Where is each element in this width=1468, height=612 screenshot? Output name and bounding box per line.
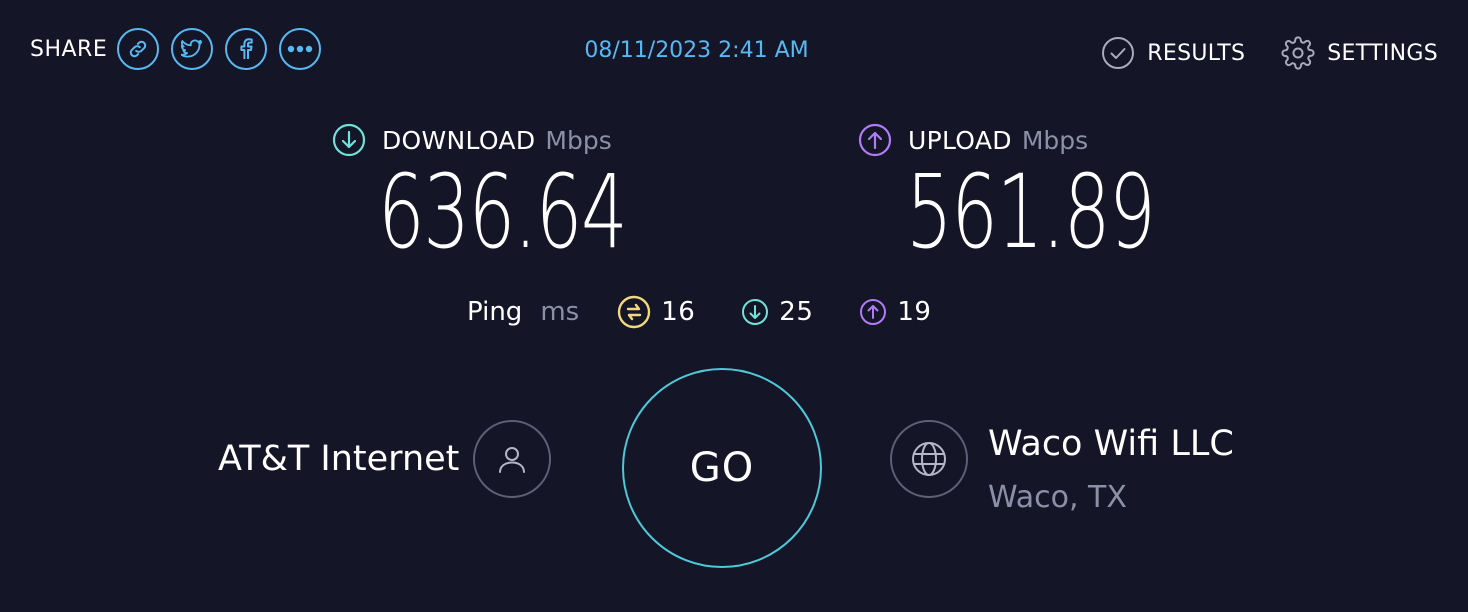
download-arrow-icon [332, 123, 366, 157]
download-label: DOWNLOAD [382, 125, 536, 155]
server-change-button[interactable] [890, 420, 968, 498]
server-location: Waco, TX [988, 480, 1127, 515]
speedtest-page: SHARE 08/11/2023 2:41 AM RESULTS SETTING… [0, 0, 1468, 612]
isp-name: AT&T Internet [218, 439, 460, 479]
download-latency-icon [742, 299, 769, 325]
ping-idle-value: 16 [661, 297, 696, 327]
settings-label: SETTINGS [1327, 40, 1438, 66]
ping-label: Ping [467, 297, 523, 327]
go-label: GO [689, 445, 755, 491]
ping-unit: ms [540, 297, 580, 327]
ping-download[interactable]: 25 [741, 297, 813, 327]
ping-upload[interactable]: 19 [859, 297, 931, 327]
upload-arrow-icon [858, 123, 892, 157]
server-text: Waco Wifi LLC Waco, TX [988, 422, 1234, 516]
server-name[interactable]: Waco Wifi LLC [988, 422, 1234, 466]
results-label: RESULTS [1147, 40, 1246, 66]
check-circle-icon [1102, 37, 1135, 69]
ping-row: Ping ms 16 25 19 [467, 292, 931, 332]
ping-upload-value: 19 [897, 297, 932, 327]
upload-metric: UPLOAD Mbps 561.89 [858, 122, 1156, 264]
download-unit: Mbps [545, 125, 612, 155]
ping-download-value: 25 [779, 297, 814, 327]
globe-icon [912, 442, 946, 476]
isp-info: AT&T Internet [218, 420, 552, 498]
ping-idle[interactable]: 16 [617, 295, 695, 329]
download-value: 636.64 [378, 153, 628, 272]
server-info: Waco Wifi LLC Waco, TX [890, 420, 1234, 516]
upload-value: 561.89 [906, 153, 1156, 272]
results-link[interactable]: RESULTS [1101, 36, 1245, 70]
isp-user-button[interactable] [473, 420, 552, 498]
header-nav: RESULTS SETTINGS [1101, 36, 1438, 70]
user-icon [499, 447, 526, 473]
download-metric: DOWNLOAD Mbps 636.64 [332, 122, 628, 264]
upload-label: UPLOAD [908, 125, 1012, 155]
gear-icon [1281, 36, 1315, 70]
settings-link[interactable]: SETTINGS [1281, 36, 1438, 70]
upload-unit: Mbps [1021, 125, 1089, 155]
go-button[interactable]: GO [622, 368, 822, 568]
idle-latency-icon [618, 295, 651, 329]
upload-latency-icon [860, 299, 887, 325]
